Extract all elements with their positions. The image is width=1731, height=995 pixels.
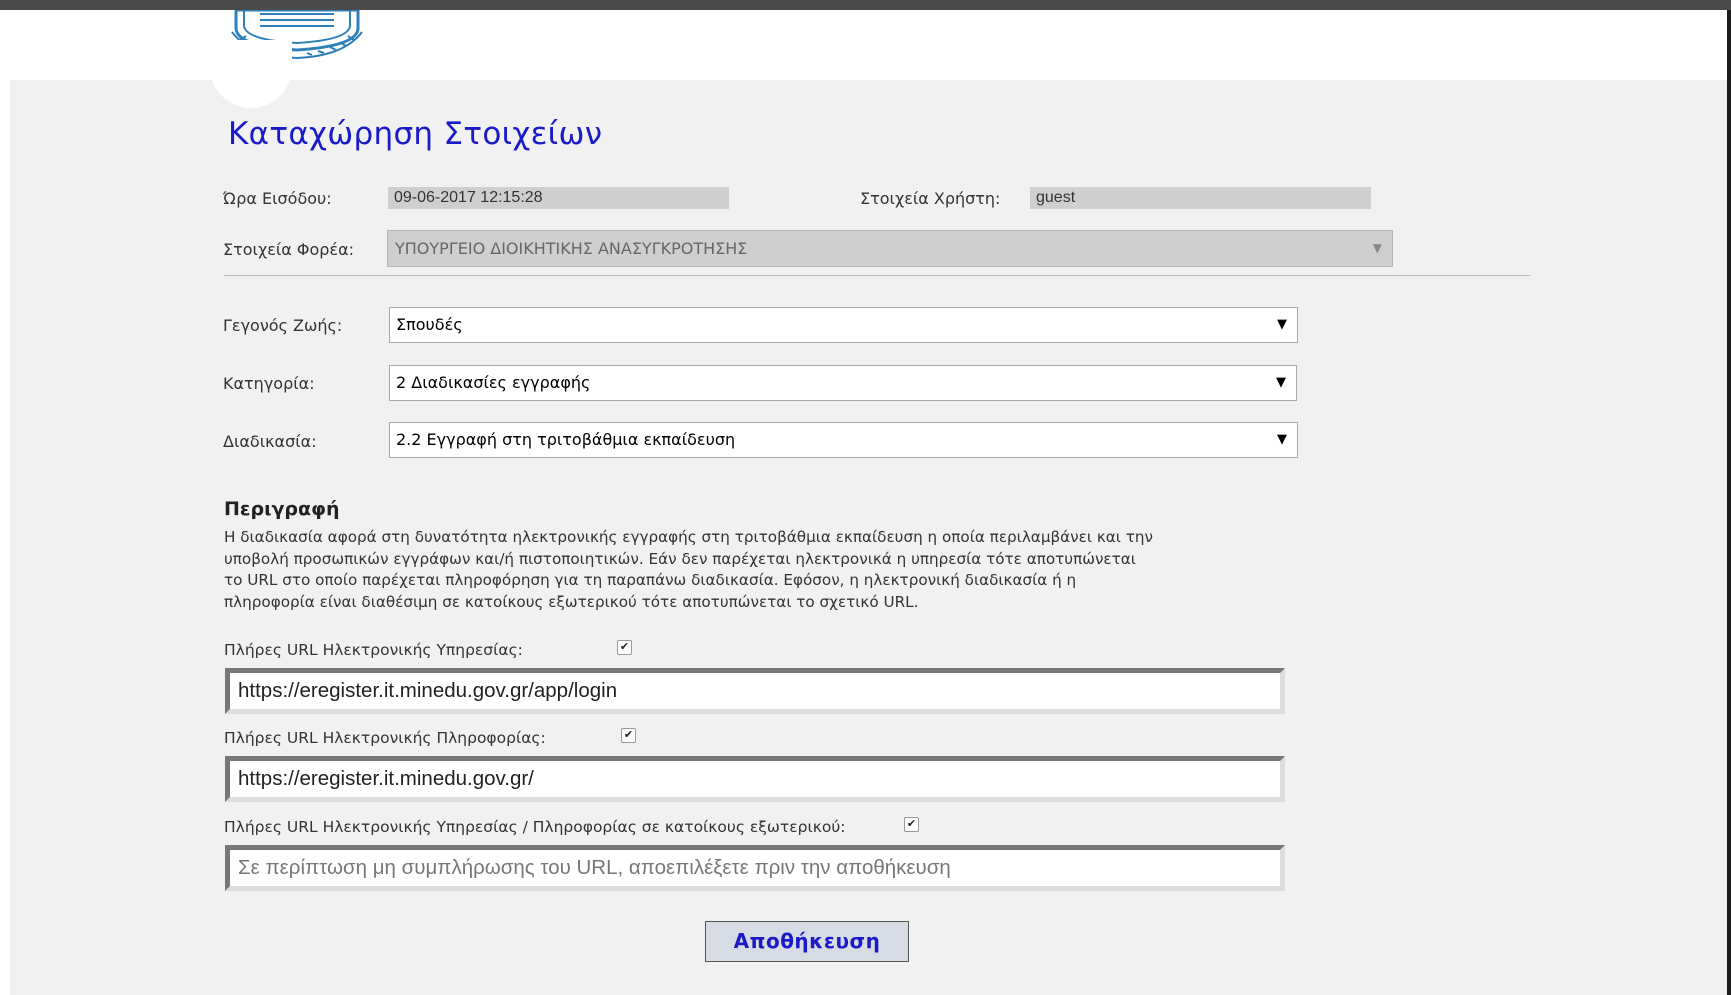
description-text: Η διαδικασία αφορά στη δυνατότητα ηλεκτρ… — [224, 527, 1284, 614]
user-field: guest — [1030, 187, 1371, 209]
category-select-value: 2 Διαδικασίες εγγραφής — [396, 373, 591, 392]
checkmark-icon: ✔ — [623, 729, 634, 741]
page-title: Καταχώρηση Στοιχείων — [228, 116, 603, 152]
category-select[interactable]: 2 Διαδικασίες εγγραφής ▼ — [389, 365, 1297, 401]
chevron-down-icon: ▼ — [1277, 432, 1287, 447]
description-line: πληροφορία είναι διαθέσιμη σε κατοίκους … — [224, 593, 919, 612]
login-time-label: Ώρα Εισόδου: — [223, 189, 332, 208]
agency-select-value: ΥΠΟΥΡΓΕΙΟ ΔΙΟΙΚΗΤΙΚΗΣ ΑΝΑΣΥΓΚΡΟΤΗΣΗΣ — [395, 239, 748, 258]
abroad-url-label: Πλήρες URL Ηλεκτρονικής Υπηρεσίας / Πληρ… — [224, 818, 846, 836]
agency-select[interactable]: ΥΠΟΥΡΓΕΙΟ ΔΙΟΙΚΗΤΙΚΗΣ ΑΝΑΣΥΓΚΡΟΤΗΣΗΣ ▼ — [387, 230, 1393, 267]
chevron-down-icon: ▼ — [1277, 317, 1287, 332]
life-event-select[interactable]: Σπουδές ▼ — [389, 307, 1298, 343]
service-url-input[interactable]: https://eregister.it.minedu.gov.gr/app/l… — [225, 668, 1285, 714]
top-bar — [0, 0, 1731, 10]
agency-label: Στοιχεία Φορέα: — [223, 240, 355, 259]
user-label: Στοιχεία Χρήστη: — [860, 189, 1001, 208]
login-time-field: 09-06-2017 12:15:28 — [388, 187, 729, 209]
procedure-select-value: 2.2 Εγγραφή στη τριτοβάθμια εκπαίδευση — [396, 430, 736, 449]
service-url-label: Πλήρες URL Ηλεκτρονικής Υπηρεσίας: — [224, 641, 523, 659]
procedure-select[interactable]: 2.2 Εγγραφή στη τριτοβάθμια εκπαίδευση ▼ — [389, 422, 1298, 458]
description-heading: Περιγραφή — [224, 498, 340, 520]
checkmark-icon: ✔ — [619, 641, 630, 653]
category-label: Κατηγορία: — [223, 374, 315, 393]
life-event-label: Γεγονός Ζωής: — [223, 316, 343, 335]
service-url-checkbox[interactable]: ✔ — [617, 640, 632, 655]
abroad-url-checkbox[interactable]: ✔ — [904, 817, 919, 832]
life-event-select-value: Σπουδές — [396, 315, 463, 334]
chevron-down-icon: ▼ — [1372, 241, 1382, 255]
save-button[interactable]: Αποθήκευση — [705, 921, 909, 962]
window-edge — [1727, 10, 1731, 995]
info-url-checkbox[interactable]: ✔ — [621, 728, 636, 743]
checkmark-icon: ✔ — [906, 818, 917, 830]
info-url-label: Πλήρες URL Ηλεκτρονικής Πληροφορίας: — [224, 729, 546, 747]
description-line: το URL στο οποίο παρέχεται πληροφόρηση γ… — [224, 571, 1077, 590]
chevron-down-icon: ▼ — [1276, 375, 1286, 390]
divider — [224, 275, 1530, 276]
procedure-label: Διαδικασία: — [223, 432, 317, 451]
info-url-input[interactable]: https://eregister.it.minedu.gov.gr/ — [225, 756, 1285, 802]
description-line: υποβολή προσωπικών εγγράφων και/ή πιστοπ… — [224, 549, 1136, 568]
description-line: Η διαδικασία αφορά στη δυνατότητα ηλεκτρ… — [224, 528, 1154, 546]
abroad-url-input[interactable]: Σε περίπτωση μη συμπλήρωσης του URL, απο… — [225, 845, 1285, 891]
